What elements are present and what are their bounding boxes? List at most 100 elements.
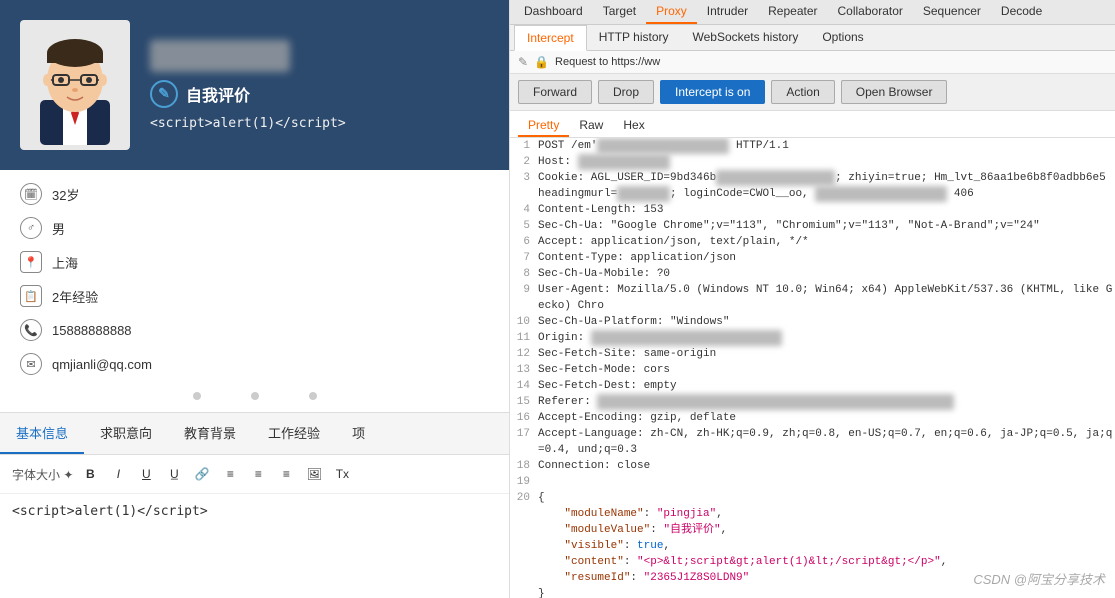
menu-intruder[interactable]: Intruder (697, 0, 758, 24)
request-url-text: Request to https://ww (555, 56, 1107, 68)
tab-more[interactable]: 项 (336, 413, 381, 454)
view-tabs: Pretty Raw Hex (510, 111, 1115, 138)
detail-email: ✉ qmjianli@qq.com (20, 350, 489, 378)
gender-value: 男 (52, 219, 65, 238)
detail-phone: 📞 15888888888 (20, 316, 489, 344)
code-line-1: 1 POST /em' HTTP/1.1 (510, 138, 1115, 154)
open-browser-button[interactable]: Open Browser (841, 80, 948, 104)
scroll-dot-2 (251, 392, 259, 400)
experience-icon: 📋 (20, 285, 42, 307)
menu-dashboard[interactable]: Dashboard (514, 0, 593, 24)
code-line-2: 2 Host: (510, 154, 1115, 170)
profile-details: 🗓 32岁 ♂ 男 📍 上海 📋 2年经验 📞 15888888888 ✉ qm… (0, 170, 509, 388)
tab-job-intention[interactable]: 求职意向 (84, 413, 168, 454)
code-line-15: 15 Referer: (510, 394, 1115, 410)
tab-basic-info[interactable]: 基本信息 (0, 413, 84, 454)
underline-button[interactable]: U (135, 463, 157, 485)
forward-button[interactable]: Forward (518, 80, 592, 104)
scroll-dot-3 (309, 392, 317, 400)
font-size-label: 字体大小 ✦ (12, 466, 73, 483)
request-bar: ✎ 🔒 Request to https://ww (510, 51, 1115, 74)
italic-button[interactable]: I (107, 463, 129, 485)
self-eval-label: 自我评价 (186, 82, 250, 106)
detail-age: 🗓 32岁 (20, 180, 489, 208)
code-line-json-4: "content": "<p>&lt;script&gt;alert(1)&lt… (510, 554, 1115, 570)
menu-target[interactable]: Target (593, 0, 646, 24)
lock-icon: 🔒 (534, 55, 549, 69)
code-line-7: 7 Content-Type: application/json (510, 250, 1115, 266)
code-line-14: 14 Sec-Fetch-Dest: empty (510, 378, 1115, 394)
code-line-10: 10 Sec-Ch-Ua-Platform: "Windows" (510, 314, 1115, 330)
email-value: qmjianli@qq.com (52, 357, 152, 372)
code-line-8: 8 Sec-Ch-Ua-Mobile: ?0 (510, 266, 1115, 282)
location-icon: 📍 (20, 251, 42, 273)
code-line-12: 12 Sec-Fetch-Site: same-origin (510, 346, 1115, 362)
view-tab-pretty[interactable]: Pretty (518, 115, 569, 137)
tab-websockets-history[interactable]: WebSockets history (681, 25, 811, 50)
request-code-area[interactable]: 1 POST /em' HTTP/1.1 2 Host: 3 Cookie: A… (510, 138, 1115, 598)
avatar (20, 20, 130, 150)
detail-location: 📍 上海 (20, 248, 489, 276)
pencil-icon: ✎ (518, 55, 528, 69)
gender-icon: ♂ (20, 217, 42, 239)
burp-proxy-tabs: Intercept HTTP history WebSockets histor… (510, 25, 1115, 51)
code-line-3b: headingmurl= ; loginCode=CWOl__oo, 406 (510, 186, 1115, 202)
tab-education[interactable]: 教育背景 (168, 413, 252, 454)
tab-work-experience[interactable]: 工作经验 (252, 413, 336, 454)
tab-http-history[interactable]: HTTP history (587, 25, 681, 50)
align-center-button[interactable]: ≡ (247, 463, 269, 485)
detail-gender: ♂ 男 (20, 214, 489, 242)
profile-tabs: 基本信息 求职意向 教育背景 工作经验 项 (0, 412, 509, 455)
burp-suite-panel: Dashboard Target Proxy Intruder Repeater… (510, 0, 1115, 598)
code-line-6: 6 Accept: application/json, text/plain, … (510, 234, 1115, 250)
image-button[interactable]: 🖼 (303, 463, 325, 485)
menu-sequencer[interactable]: Sequencer (913, 0, 991, 24)
self-eval-icon: ✎ (150, 80, 178, 108)
xss-script-display: <script>alert(1)</script> (150, 116, 489, 131)
code-line-13: 13 Sec-Fetch-Mode: cors (510, 362, 1115, 378)
menu-proxy[interactable]: Proxy (646, 0, 697, 24)
menu-repeater[interactable]: Repeater (758, 0, 827, 24)
tab-intercept[interactable]: Intercept (514, 25, 587, 51)
bold-button[interactable]: B (79, 463, 101, 485)
intercept-is-on-button[interactable]: Intercept is on (660, 80, 765, 104)
drop-button[interactable]: Drop (598, 80, 654, 104)
underline-a-button[interactable]: U̲ (163, 463, 185, 485)
age-value: 32岁 (52, 185, 79, 204)
code-line-18: 18 Connection: close (510, 458, 1115, 474)
editor-xss-content: <script>alert(1)</script> (12, 504, 208, 519)
code-line-4: 4 Content-Length: 153 (510, 202, 1115, 218)
action-bar: Forward Drop Intercept is on Action Open… (510, 74, 1115, 111)
self-eval-section: ✎ 自我评价 (150, 80, 489, 108)
code-line-5: 5 Sec-Ch-Ua: "Google Chrome";v="113", "C… (510, 218, 1115, 234)
burp-menu-bar: Dashboard Target Proxy Intruder Repeater… (510, 0, 1115, 25)
scroll-dot-1 (193, 392, 201, 400)
profile-info: ✎ 自我评价 <script>alert(1)</script> (150, 40, 489, 131)
detail-experience: 📋 2年经验 (20, 282, 489, 310)
name-blur (150, 40, 290, 72)
code-line-17: 17 Accept-Language: zh-CN, zh-HK;q=0.9, … (510, 426, 1115, 458)
profile-header: ✎ 自我评价 <script>alert(1)</script> (0, 0, 509, 170)
phone-value: 15888888888 (52, 323, 132, 338)
view-tab-hex[interactable]: Hex (613, 115, 654, 137)
code-line-json-2: "moduleValue": "自我评价", (510, 522, 1115, 538)
watermark: CSDN @阿宝分享技术 (973, 569, 1105, 588)
left-panel: ✎ 自我评价 <script>alert(1)</script> 🗓 32岁 ♂… (0, 0, 510, 598)
view-tab-raw[interactable]: Raw (569, 115, 613, 137)
code-line-16: 16 Accept-Encoding: gzip, deflate (510, 410, 1115, 426)
tab-options[interactable]: Options (810, 25, 875, 50)
action-button[interactable]: Action (771, 80, 834, 104)
menu-decode[interactable]: Decode (991, 0, 1052, 24)
code-line-3: 3 Cookie: AGL_USER_ID=9bd346b ; zhiyin=t… (510, 170, 1115, 186)
menu-collaborator[interactable]: Collaborator (828, 0, 913, 24)
url-blurred (660, 56, 782, 68)
code-line-json-3: "visible": true, (510, 538, 1115, 554)
align-right-button[interactable]: ≡ (275, 463, 297, 485)
code-line-9: 9 User-Agent: Mozilla/5.0 (Windows NT 10… (510, 282, 1115, 314)
editor-content-area[interactable]: <script>alert(1)</script> (0, 494, 509, 544)
clear-format-button[interactable]: Tx (331, 463, 353, 485)
align-left-button[interactable]: ≡ (219, 463, 241, 485)
code-line-20: 20 { (510, 490, 1115, 506)
editor-toolbar: 字体大小 ✦ B I U U̲ 🔗 ≡ ≡ ≡ 🖼 Tx (0, 455, 509, 494)
link-button[interactable]: 🔗 (191, 463, 213, 485)
